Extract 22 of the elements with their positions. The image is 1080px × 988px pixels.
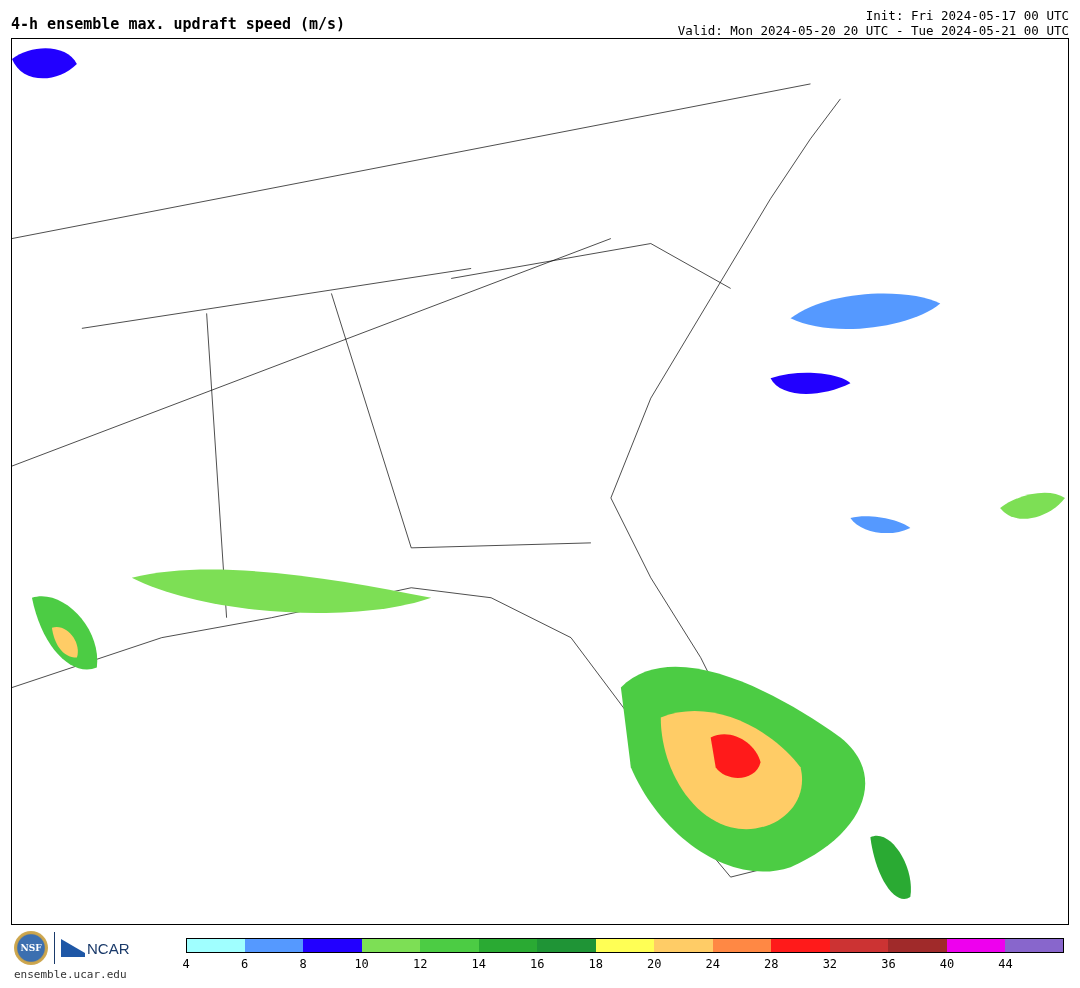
wing-icon [61,939,85,957]
init-time: Init: Fri 2024-05-17 00 UTC [865,8,1069,23]
tick-label: 8 [299,957,307,971]
tick-label: 20 [647,957,662,971]
tick-label: 28 [764,957,779,971]
tick-label: 44 [998,957,1013,971]
tick-label: 36 [881,957,896,971]
tick-label: 16 [529,957,545,971]
tick-label: 6 [240,957,249,971]
tick-label: 4 [182,957,190,971]
map-title: 4-h ensemble max. updraft speed (m/s) [11,15,346,35]
ncar-wordmark: NCAR [87,939,130,957]
tick-label: 10 [354,957,369,971]
tick-label: 40 [939,957,955,971]
nsf-logo: NSF [14,931,48,965]
valid-time: Valid: Mon 2024-05-20 20 UTC - Tue 2024-05-21 00 UTC [677,23,1069,38]
tick-label: 18 [588,957,603,971]
tick-label: 14 [471,957,486,971]
tick-label: 12 [412,957,428,971]
tick-label: 24 [705,957,721,971]
tick-label: 32 [822,957,838,971]
website-url: ensemble.ucar.edu [14,968,128,981]
